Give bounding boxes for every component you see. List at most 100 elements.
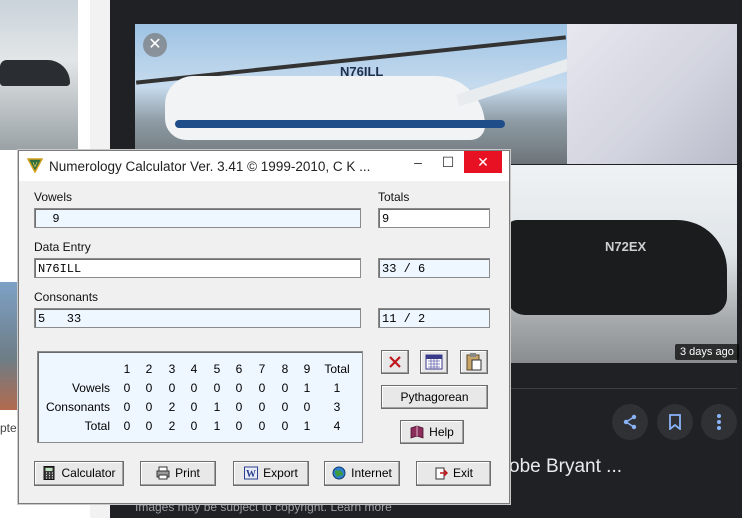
calendar-button[interactable] — [420, 350, 448, 374]
close-button[interactable]: ✕ — [464, 151, 502, 173]
grid-cell: 0 — [281, 419, 289, 433]
data-entry-label: Data Entry — [34, 240, 91, 254]
calculator-button[interactable]: Calculator — [34, 461, 124, 486]
grid-cell: 0 — [190, 419, 198, 433]
grid-cell: 2 — [168, 400, 176, 414]
grid-header: 2 — [145, 362, 153, 376]
result-caption[interactable]: pte — [0, 421, 18, 435]
number-grid: 1 2 3 4 5 6 7 8 9 Total Vowels 0 0 0 0 0… — [37, 351, 363, 443]
related-image[interactable]: N72EX — [507, 165, 737, 363]
paste-button[interactable] — [460, 350, 488, 374]
internet-label: Internet — [351, 466, 392, 480]
grid-cell: 0 — [145, 419, 153, 433]
grid-header: 4 — [190, 362, 198, 376]
helicopter-body — [165, 76, 485, 140]
helicopter-stripe — [175, 120, 505, 128]
maximize-button[interactable]: ☐ — [433, 151, 463, 173]
grid-cell: 0 — [123, 400, 131, 414]
grid-cell: 0 — [123, 419, 131, 433]
share-icon[interactable] — [612, 404, 648, 440]
preview-image-background — [567, 24, 737, 164]
grid-cell: 3 — [333, 400, 341, 414]
preview-image[interactable]: N76ILL — [135, 24, 567, 164]
printer-icon — [156, 466, 170, 480]
grid-cell: 0 — [281, 381, 289, 395]
grid-cell: 0 — [258, 400, 266, 414]
clear-icon — [389, 356, 401, 368]
globe-icon — [332, 466, 346, 480]
export-label: Export — [263, 466, 298, 480]
helicopter-registration: N76ILL — [340, 64, 384, 79]
data-entry-total-field[interactable]: 33 / 6 — [378, 258, 490, 278]
print-button[interactable]: Print — [140, 461, 216, 486]
helicopter-body — [507, 220, 727, 315]
grid-cell: 1 — [213, 419, 221, 433]
more-options-icon[interactable] — [701, 404, 737, 440]
row-label: Vowels — [71, 381, 110, 395]
consonants-label: Consonants — [34, 290, 99, 304]
pythagorean-label: Pythagorean — [400, 390, 469, 404]
consonants-total-field[interactable]: 11 / 2 — [378, 308, 490, 328]
grid-cell: 1 — [303, 381, 311, 395]
consonants-field[interactable]: 5 33 — [34, 308, 361, 328]
grid-cell: 0 — [145, 381, 153, 395]
grid-cell: 0 — [235, 381, 243, 395]
pythagorean-button[interactable]: Pythagorean — [381, 385, 488, 409]
vowels-label: Vowels — [34, 190, 73, 204]
grid-cell: 0 — [235, 419, 243, 433]
clipboard-icon — [466, 353, 482, 371]
grid-cell: 0 — [281, 400, 289, 414]
clear-button[interactable] — [381, 350, 409, 374]
grid-cell: 0 — [190, 400, 198, 414]
svg-text:W: W — [246, 469, 256, 480]
grid-row-vowels: Vowels 0 0 0 0 0 0 0 0 1 1 — [38, 381, 362, 399]
grid-cell: 0 — [123, 381, 131, 395]
grid-header: 6 — [235, 362, 243, 376]
grid-cell: 1 — [333, 381, 341, 395]
svg-text:V: V — [33, 162, 38, 169]
time-badge: 3 days ago — [675, 344, 739, 360]
vowels-field[interactable]: 9 — [34, 208, 361, 228]
window-title: Numerology Calculator Ver. 3.41 © 1999-2… — [49, 159, 371, 174]
grid-cell: 0 — [168, 381, 176, 395]
calendar-icon — [425, 354, 443, 370]
row-label: Total — [84, 419, 110, 433]
grid-cell: 1 — [213, 400, 221, 414]
grid-header: 3 — [168, 362, 176, 376]
help-book-icon — [410, 425, 424, 439]
close-icon[interactable]: ✕ — [143, 33, 167, 57]
numerology-calculator-window: V Numerology Calculator Ver. 3.41 © 1999… — [18, 150, 510, 504]
word-export-icon: W — [244, 466, 259, 480]
grid-cell: 0 — [235, 400, 243, 414]
result-title[interactable]: obe Bryant ... — [509, 456, 622, 478]
grid-header: 8 — [281, 362, 289, 376]
help-button[interactable]: Help — [400, 420, 464, 444]
print-label: Print — [175, 466, 200, 480]
divider — [507, 388, 737, 389]
data-entry-field[interactable]: N76ILL — [34, 258, 361, 278]
grid-cell: 1 — [303, 419, 311, 433]
helicopter-registration: N72EX — [605, 239, 647, 254]
bookmark-icon[interactable] — [657, 404, 693, 440]
result-thumbnail[interactable] — [0, 0, 78, 150]
exit-door-icon — [435, 467, 448, 480]
row-label: Consonants — [45, 400, 110, 414]
grid-cell: 4 — [333, 419, 341, 433]
vowels-total-field[interactable]: 9 — [378, 208, 490, 228]
grid-row-consonants: Consonants 0 0 2 0 1 0 0 0 0 3 — [38, 400, 362, 418]
app-icon: V — [27, 158, 43, 173]
grid-header: 5 — [213, 362, 221, 376]
grid-row-total: Total 0 0 2 0 1 0 0 0 1 4 — [38, 419, 362, 437]
internet-button[interactable]: Internet — [324, 461, 400, 486]
exit-label: Exit — [452, 466, 473, 480]
minimize-button[interactable]: – — [403, 151, 433, 173]
exit-button[interactable]: Exit — [416, 461, 491, 486]
title-bar[interactable]: V Numerology Calculator Ver. 3.41 © 1999… — [19, 151, 509, 181]
calculator-icon — [43, 466, 55, 480]
export-button[interactable]: W Export — [233, 461, 309, 486]
grid-header: Total — [324, 362, 350, 376]
result-thumbnail[interactable] — [0, 282, 18, 410]
help-label: Help — [429, 425, 454, 439]
grid-cell: 0 — [145, 400, 153, 414]
grid-cell: 0 — [190, 381, 198, 395]
